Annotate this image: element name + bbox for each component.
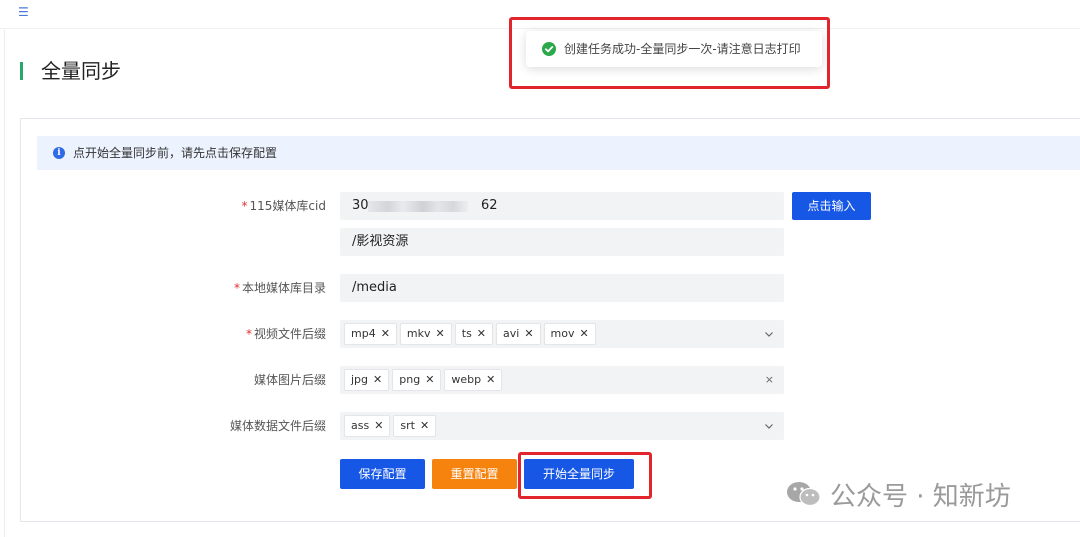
meta-ext-select[interactable]: ass ✕ srt ✕ xyxy=(340,412,784,440)
title-accent-bar xyxy=(20,62,23,80)
tag-remove-icon[interactable]: ✕ xyxy=(381,327,390,340)
toast-highlight-frame xyxy=(509,17,830,89)
tag-mov: mov ✕ xyxy=(543,323,596,345)
tag-remove-icon[interactable]: ✕ xyxy=(420,419,429,432)
start-button-highlight-frame xyxy=(518,452,652,499)
sidebar-divider xyxy=(4,30,5,537)
chevron-down-icon[interactable] xyxy=(764,320,774,348)
info-alert: i 点开始全量同步前，请先点击保存配置 xyxy=(37,136,1080,170)
save-config-button[interactable]: 保存配置 xyxy=(340,459,425,489)
local-dir-label: * 本地媒体库目录 xyxy=(233,281,326,295)
video-ext-label: * 视频文件后缀 xyxy=(245,327,326,341)
info-icon: i xyxy=(53,147,65,159)
tag-avi: avi ✕ xyxy=(496,323,541,345)
watermark-text: 公众号 · 知新坊 xyxy=(830,481,1011,512)
tag-remove-icon[interactable]: ✕ xyxy=(425,373,434,386)
local-dir-input[interactable]: /media xyxy=(340,274,784,302)
watermark: 公众号 · 知新坊 xyxy=(786,474,1011,514)
image-ext-select[interactable]: jpg ✕ png ✕ webp ✕ × xyxy=(340,366,784,394)
tag-mkv: mkv ✕ xyxy=(399,323,452,345)
tag-remove-icon[interactable]: ✕ xyxy=(373,373,382,386)
tag-remove-icon[interactable]: ✕ xyxy=(580,327,589,340)
wechat-icon xyxy=(786,480,822,508)
page-title: 全量同步 xyxy=(41,59,121,83)
video-ext-tags: mp4 ✕ mkv ✕ ts ✕ avi ✕ mov ✕ xyxy=(344,323,596,345)
cid-input[interactable]: 30 62 xyxy=(340,192,784,220)
video-ext-select[interactable]: mp4 ✕ mkv ✕ ts ✕ avi ✕ mov ✕ xyxy=(340,320,784,348)
cid-label: * 115媒体库cid xyxy=(241,199,326,213)
cid-value-end: 62 xyxy=(481,198,498,213)
clear-icon[interactable]: × xyxy=(765,366,774,394)
tag-remove-icon[interactable]: ✕ xyxy=(477,327,486,340)
tag-png: png ✕ xyxy=(392,369,442,391)
image-ext-tags: jpg ✕ png ✕ webp ✕ xyxy=(344,369,503,391)
reset-config-button[interactable]: 重置配置 xyxy=(432,459,517,489)
tag-remove-icon[interactable]: ✕ xyxy=(436,327,445,340)
redacted-blur xyxy=(368,201,468,212)
tag-webp: webp ✕ xyxy=(444,369,503,391)
tag-remove-icon[interactable]: ✕ xyxy=(374,419,383,432)
cid-path-display: /影视资源 xyxy=(340,228,784,256)
menu-fold-icon[interactable]: ☰ xyxy=(18,6,29,18)
alert-text: 点开始全量同步前，请先点击保存配置 xyxy=(73,146,278,160)
tag-remove-icon[interactable]: ✕ xyxy=(524,327,533,340)
meta-ext-label: 媒体数据文件后缀 xyxy=(229,419,326,433)
tag-ts: ts ✕ xyxy=(454,323,494,345)
chevron-down-icon[interactable] xyxy=(764,412,774,440)
local-dir-value: /media xyxy=(352,280,397,295)
tag-srt: srt ✕ xyxy=(393,415,437,437)
cid-value-start: 30 xyxy=(352,198,369,213)
image-ext-label: 媒体图片后缀 xyxy=(253,373,326,387)
tag-mp4: mp4 ✕ xyxy=(344,323,397,345)
meta-ext-tags: ass ✕ srt ✕ xyxy=(344,415,437,437)
cid-path-text: /影视资源 xyxy=(352,234,409,249)
tag-jpg: jpg ✕ xyxy=(344,369,390,391)
tag-remove-icon[interactable]: ✕ xyxy=(486,373,495,386)
tag-ass: ass ✕ xyxy=(344,415,391,437)
cid-input-button[interactable]: 点击输入 xyxy=(792,192,871,220)
